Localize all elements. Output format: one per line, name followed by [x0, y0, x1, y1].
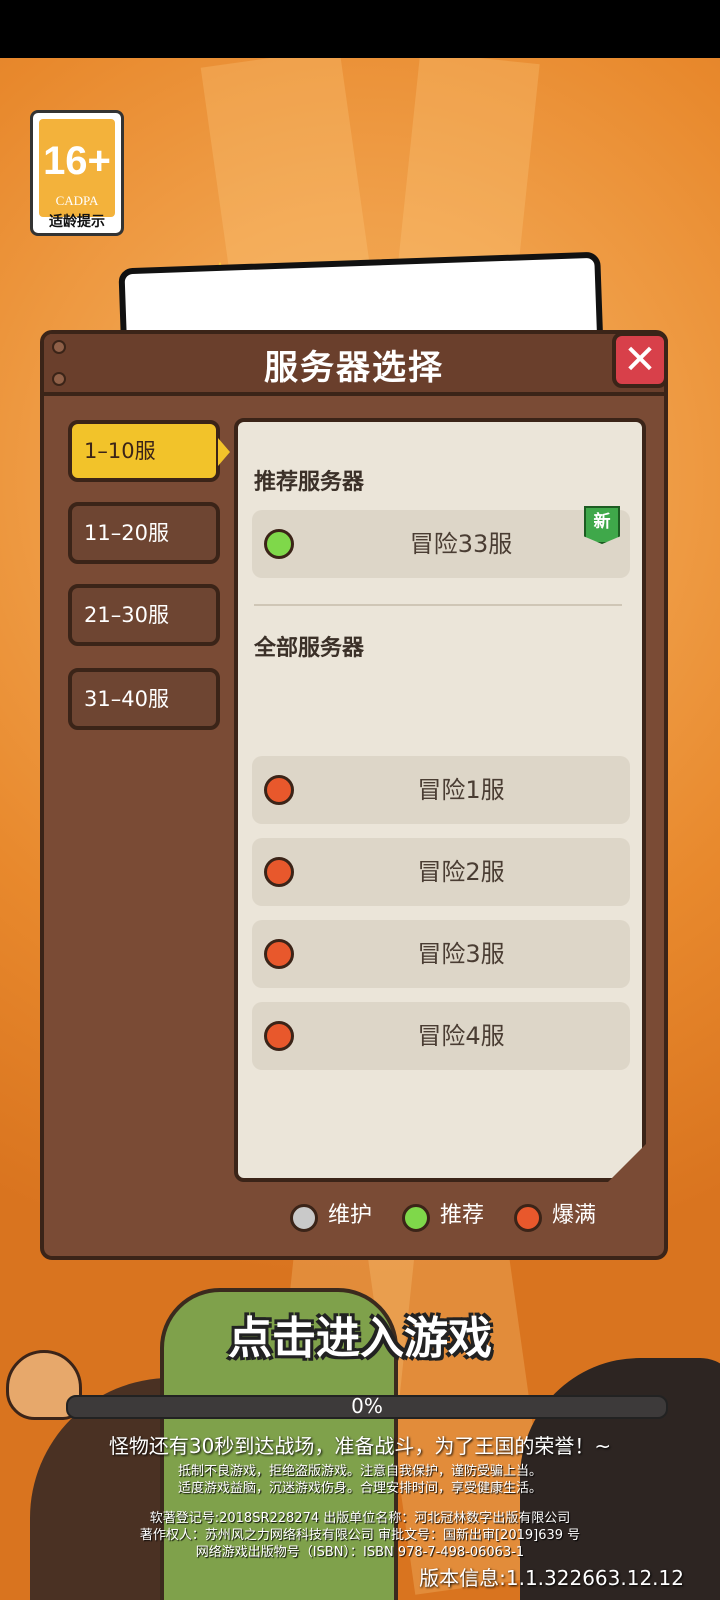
age-rating-label: 适龄提示 [49, 214, 105, 230]
age-rating-badge: 16+ CADPA 适龄提示 [30, 110, 124, 236]
server-name: 冒险1服 [417, 776, 505, 804]
status-full-icon [264, 775, 294, 805]
server-name: 冒险2服 [417, 858, 505, 886]
server-row[interactable]: 冒险3服 [252, 920, 630, 988]
server-list-panel: 推荐服务器 冒险33服 新 全部服务器 冒险1服 冒险2服 冒险3服 冒险4服 [234, 418, 646, 1182]
dialog-title: 服务器选择 [264, 348, 444, 388]
tab-21-30[interactable]: 21–30服 [68, 584, 220, 646]
health-notice-line: 抵制不良游戏，拒绝盗版游戏。注意自我保护，谨防受骗上当。 [177, 1464, 542, 1479]
server-row-recommended[interactable]: 冒险33服 新 [252, 506, 630, 578]
recommended-section-title: 推荐服务器 [254, 470, 365, 495]
close-icon: ✕ [623, 337, 657, 383]
loading-hint: 怪物还有30秒到达战场，准备战斗，为了王国的荣誉！~ [108, 1434, 612, 1458]
status-full-icon [264, 1021, 294, 1051]
loading-progress-bar: 0% [66, 1394, 668, 1419]
age-rating-icon: 16+ CADPA [39, 119, 115, 217]
server-name: 冒险4服 [417, 1022, 505, 1050]
close-button[interactable]: ✕ [612, 332, 668, 388]
credit-line: 软著登记号:2018SR228274 出版单位名称：河北冠林数字出版有限公司 [149, 1511, 571, 1526]
publishing-credits: 软著登记号:2018SR228274 出版单位名称：河北冠林数字出版有限公司 著… [0, 1510, 720, 1561]
all-servers-section-title: 全部服务器 [254, 636, 365, 661]
new-badge: 新 [584, 506, 620, 544]
server-name: 冒险3服 [417, 940, 505, 968]
health-notice-line: 适度游戏益脑，沉迷游戏伤身。合理安排时间，享受健康生活。 [177, 1481, 542, 1496]
status-bar [0, 0, 720, 58]
credit-line: 著作权人：苏州风之力网络科技有限公司 审批文号：国新出审[2019]639 号 [139, 1528, 581, 1543]
status-full-icon [264, 857, 294, 887]
server-row[interactable]: 冒险4服 [252, 1002, 630, 1070]
page-fold [608, 1144, 646, 1182]
dialog-header: 服务器选择 [44, 334, 664, 396]
server-row[interactable]: 冒险2服 [252, 838, 630, 906]
status-maintenance-icon [290, 1204, 318, 1232]
legend-label: 推荐 [440, 1203, 485, 1228]
status-full-icon [514, 1204, 542, 1232]
enter-game-button[interactable]: 点击进入游戏 [0, 1302, 720, 1366]
credit-line: 网络游戏出版物号（ISBN）：ISBN 978-7-498-06063-1 [195, 1545, 525, 1560]
age-rating-org: CADPA [55, 193, 99, 208]
legend-label: 爆满 [552, 1203, 597, 1228]
divider [254, 604, 622, 606]
server-select-dialog: 服务器选择 ✕ 1–10服 11–20服 21–30服 31–40服 推荐服务器… [40, 330, 668, 1260]
status-recommended-icon [264, 529, 294, 559]
age-rating-number: 16+ [43, 139, 111, 183]
version-info: 版本信息:1.1.322663.12.12 [419, 1566, 684, 1590]
status-full-icon [264, 939, 294, 969]
tab-31-40[interactable]: 31–40服 [68, 668, 220, 730]
health-notice: 抵制不良游戏，拒绝盗版游戏。注意自我保护，谨防受骗上当。 适度游戏益脑，沉迷游戏… [0, 1463, 720, 1497]
progress-text: 0% [351, 1394, 383, 1418]
server-row[interactable]: 冒险1服 [252, 756, 630, 824]
tab-11-20[interactable]: 11–20服 [68, 502, 220, 564]
server-name: 冒险33服 [409, 530, 513, 558]
status-recommended-icon [402, 1204, 430, 1232]
legend-label: 维护 [328, 1203, 373, 1228]
tab-1-10[interactable]: 1–10服 [68, 420, 230, 482]
